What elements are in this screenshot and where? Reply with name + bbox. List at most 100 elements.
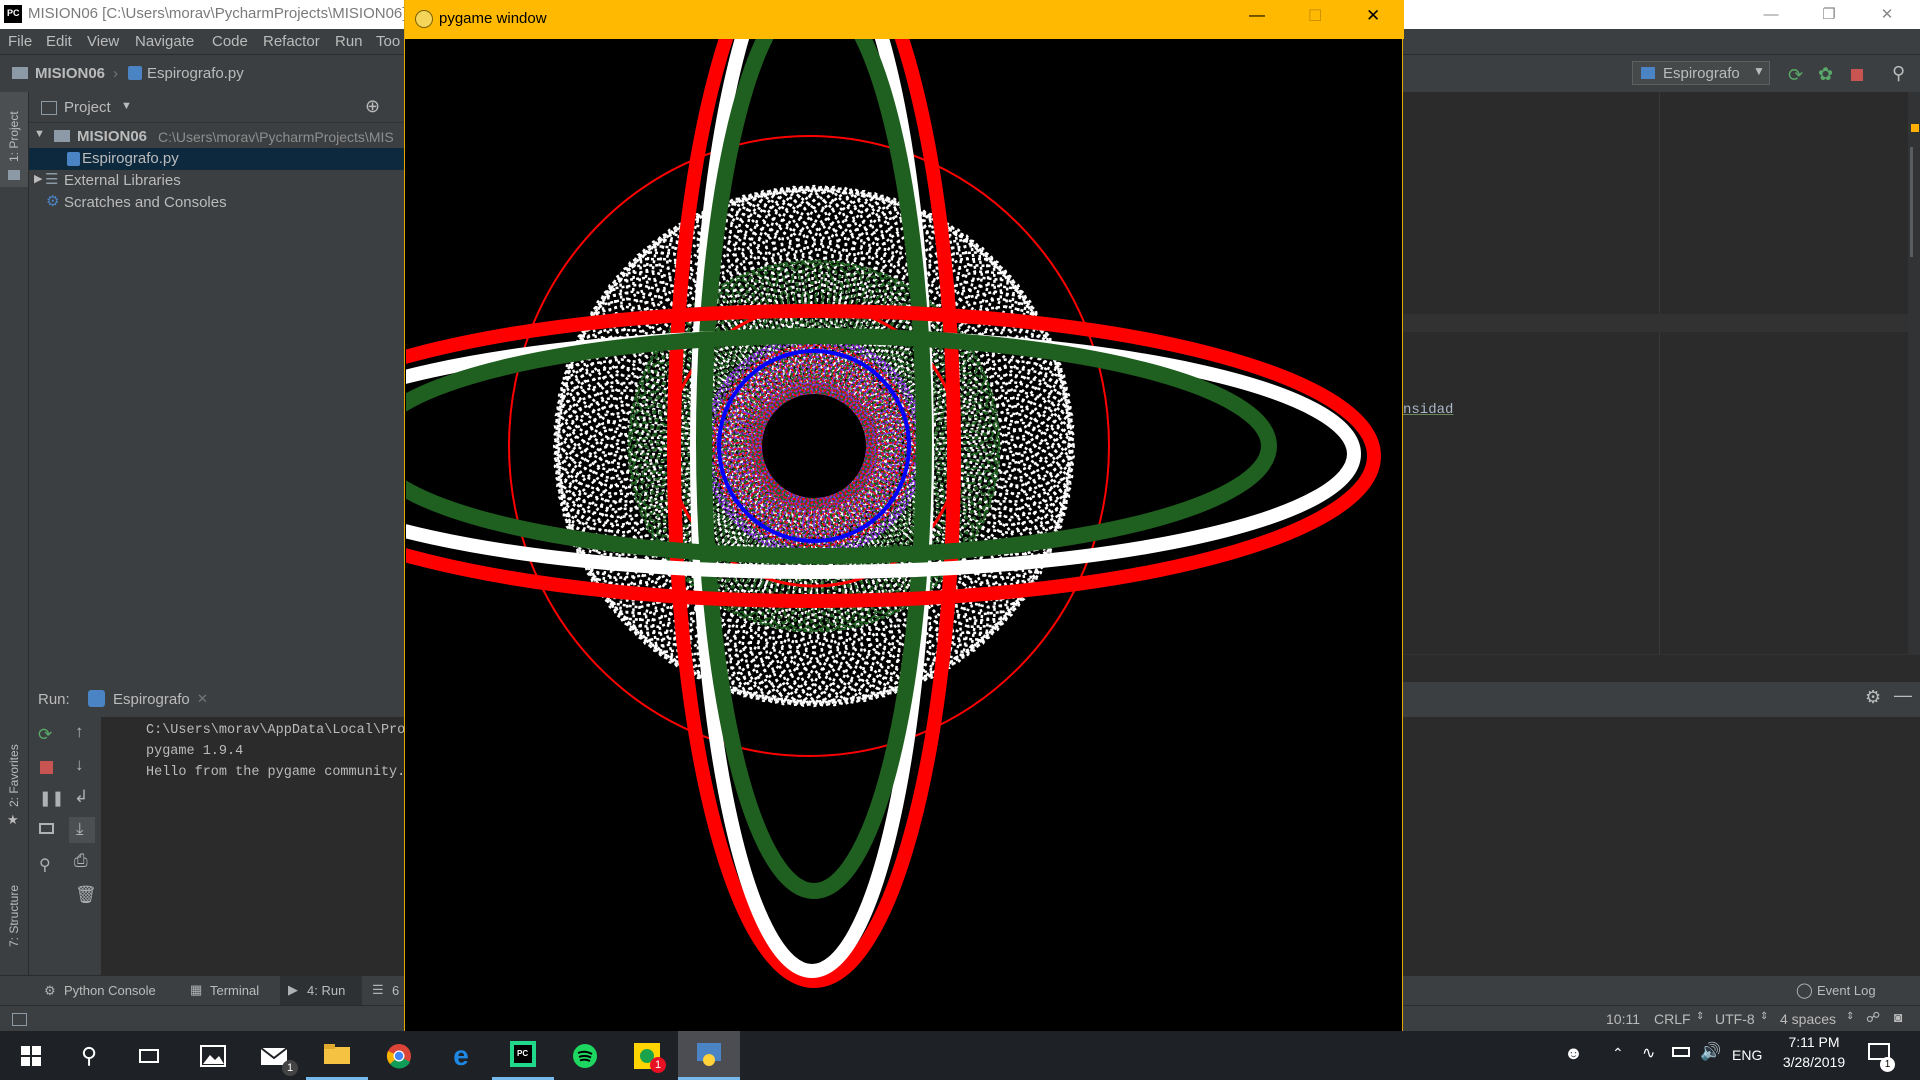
pin-icon[interactable]: ⚲ [39,855,51,875]
maximize-button[interactable]: ☐ [1308,6,1322,26]
app-icon[interactable]: 1 [616,1031,678,1080]
spotify-icon[interactable] [554,1031,616,1080]
breadcrumb-file[interactable]: Espirografo.py [147,65,244,82]
battery-icon[interactable] [1672,1047,1690,1057]
gear-icon[interactable]: ⚙ [1865,687,1881,708]
tab-python-console[interactable]: Python Console [64,983,156,998]
rerun-icon[interactable]: ⟳ [38,725,52,745]
photos-icon[interactable] [182,1031,244,1080]
pygame-title-bar[interactable]: pygame window — ☐ ✕ [405,0,1404,39]
pygame-snake-icon [415,10,433,28]
menu-file[interactable]: File [8,33,32,50]
debug-icon[interactable]: ✿ [1818,64,1833,85]
layout-icon[interactable] [39,823,54,834]
project-tool-tab[interactable]: 1: Project [0,92,28,187]
mail-icon[interactable]: 1 [244,1031,306,1080]
notifications-icon[interactable]: 1 [1868,1043,1895,1072]
favorites-tool-label: 2: Favorites [7,744,21,807]
tab-run-label: 4: Run [307,983,346,998]
people-icon[interactable]: ☻ [1564,1043,1583,1064]
chrome-icon[interactable] [368,1031,430,1080]
soft-wrap-icon[interactable]: ↲ [74,787,88,807]
run-config-selector[interactable]: Espirografo ▼ [1632,61,1770,85]
indent-setting[interactable]: 4 spaces [1780,1011,1836,1027]
menu-edit[interactable]: Edit [46,33,72,50]
editor-scrollbar[interactable] [1908,92,1920,654]
spirograph-drawing [406,39,1381,988]
menu-view[interactable]: View [87,33,119,50]
chevron-down-icon[interactable]: ▼ [121,100,132,112]
menu-tools[interactable]: Too [376,33,400,50]
stop-icon[interactable] [1851,69,1863,81]
structure-tool-tab[interactable]: 7: Structure [0,872,28,972]
lock-icon[interactable]: ☍ [1866,1009,1880,1026]
windows-start-icon[interactable] [0,1031,62,1080]
scroll-thumb[interactable] [1910,147,1913,257]
line-separator[interactable]: CRLF [1654,1011,1691,1027]
stop-icon[interactable] [40,761,53,774]
toggle-tool-windows-icon[interactable] [12,1013,27,1026]
python-icon [88,690,105,707]
trash-icon[interactable]: 🗑 [75,885,97,905]
python-icon[interactable] [678,1031,740,1080]
todo-icon: ☰ [372,982,384,997]
warning-marker[interactable] [1911,124,1919,132]
updown-icon: ⇕ [1696,1011,1705,1022]
tree-item-scratches[interactable]: ⚙ Scratches and Consoles [29,192,404,214]
arrow-down-icon[interactable]: ↓ [75,755,84,775]
menu-run[interactable]: Run [335,33,363,50]
tree-item-root[interactable]: ▼ MISION06 C:\Users\morav\PycharmProject… [29,126,404,148]
tab-todo[interactable]: 6 [392,983,399,998]
print-icon[interactable]: ⎙ [74,851,88,871]
scroll-to-end-button[interactable]: ⤓ [69,817,95,843]
menu-refactor[interactable]: Refactor [263,33,320,50]
pygame-window[interactable]: pygame window — ☐ ✕ [404,0,1404,1031]
chevron-up-icon[interactable]: ⌃ [1612,1045,1624,1062]
search-icon[interactable]: ⚲ [58,1031,120,1080]
tree-item-file[interactable]: Espirografo.py [29,148,404,170]
breadcrumb-project[interactable]: MISION06 [35,65,105,82]
edge-icon[interactable]: e [430,1031,492,1080]
language-indicator[interactable]: ENG [1732,1047,1762,1063]
file-label: Espirografo.py [82,150,179,167]
project-header-label[interactable]: Project [64,99,111,116]
clock[interactable]: 7:11 PM 3/28/2019 [1772,1034,1856,1078]
search-icon[interactable]: ⚲ [1892,63,1905,84]
close-button[interactable]: ✕ [1864,0,1910,29]
minimize-button[interactable]: — [1748,0,1794,29]
task-view-icon[interactable] [118,1031,180,1080]
current-line-highlight [1403,314,1908,332]
file-explorer-icon[interactable] [306,1031,368,1080]
notification-badge: 1 [1880,1057,1895,1072]
menu-navigate[interactable]: Navigate [135,33,194,50]
windows-taskbar: ⚲ 1 e PC 1 ☻ ⌃ ∿ 🔊 ENG 7:11 PM 3/28/2019… [0,1031,1920,1080]
rerun-icon[interactable]: ⟳ [1788,65,1803,86]
tree-item-libraries[interactable]: ▶ ☰ External Libraries [29,170,404,192]
chevron-right-icon: ▶ [34,173,43,185]
caret-position[interactable]: 10:11 [1606,1011,1640,1027]
volume-icon[interactable]: 🔊 [1700,1042,1721,1062]
locate-icon[interactable]: ⊕ [365,96,380,117]
tab-run-active[interactable]: ▶ 4: Run [280,976,362,1006]
tab-terminal[interactable]: Terminal [210,983,259,998]
arrow-up-icon[interactable]: ↑ [75,722,84,742]
hide-panel-icon[interactable]: — [1894,685,1912,706]
spirograph-canvas[interactable] [406,39,1402,1031]
minimize-button[interactable]: — [1249,7,1265,25]
python-icon [1641,67,1655,79]
editor-text-fragment: nsidad [1403,402,1454,418]
run-tab-label[interactable]: Espirografo [113,691,190,708]
inspector-icon[interactable]: ◙ [1894,1009,1902,1025]
file-encoding[interactable]: UTF-8 [1715,1011,1755,1027]
wifi-icon[interactable]: ∿ [1642,1043,1655,1063]
close-button[interactable]: ✕ [1366,6,1380,26]
maximize-button[interactable]: ❐ [1806,0,1852,29]
pycharm-icon[interactable]: PC [492,1031,554,1080]
close-tab-icon[interactable]: ✕ [197,691,208,707]
ide-window-title: MISION06 [C:\Users\morav\PycharmProjects… [28,5,416,22]
clock-time: 7:11 PM [1788,1034,1840,1050]
editor-area[interactable]: nsidad [1403,92,1920,654]
event-log-button[interactable]: Event Log [1817,983,1876,998]
pause-icon[interactable]: ❚❚ [39,789,64,807]
menu-code[interactable]: Code [212,33,248,50]
